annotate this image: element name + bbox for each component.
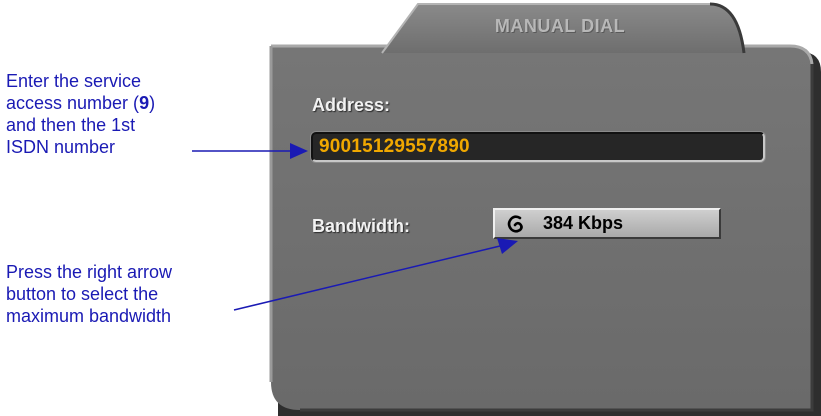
address-field[interactable]: 90015129557890	[311, 132, 765, 162]
annotation-line: button to select the	[6, 284, 159, 304]
annotation-bandwidth: Press the right arrow button to select t…	[6, 261, 236, 327]
bandwidth-value: 384 Kbps	[543, 213, 624, 233]
dialog-title: MANUAL DIAL	[494, 16, 626, 36]
annotation-bold-number: 9	[139, 93, 150, 113]
annotation-text: )	[149, 93, 156, 113]
annotation-line: access number (9)	[6, 92, 206, 114]
annotation-line: and then the 1st	[6, 115, 136, 135]
annotation-line: maximum bandwidth	[6, 306, 172, 326]
spiral-icon	[505, 213, 527, 235]
annotation-line: Enter the service	[6, 71, 142, 91]
annotation-text: access number (	[6, 93, 140, 113]
annotation-line: Press the right arrow	[6, 262, 173, 282]
annotation-line: ISDN number	[6, 137, 116, 157]
annotation-address: Enter the service access number (9) and …	[6, 70, 206, 158]
address-label: Address:	[312, 95, 391, 115]
bandwidth-selector[interactable]: 384 Kbps	[493, 208, 721, 239]
bandwidth-label: Bandwidth:	[312, 216, 410, 236]
